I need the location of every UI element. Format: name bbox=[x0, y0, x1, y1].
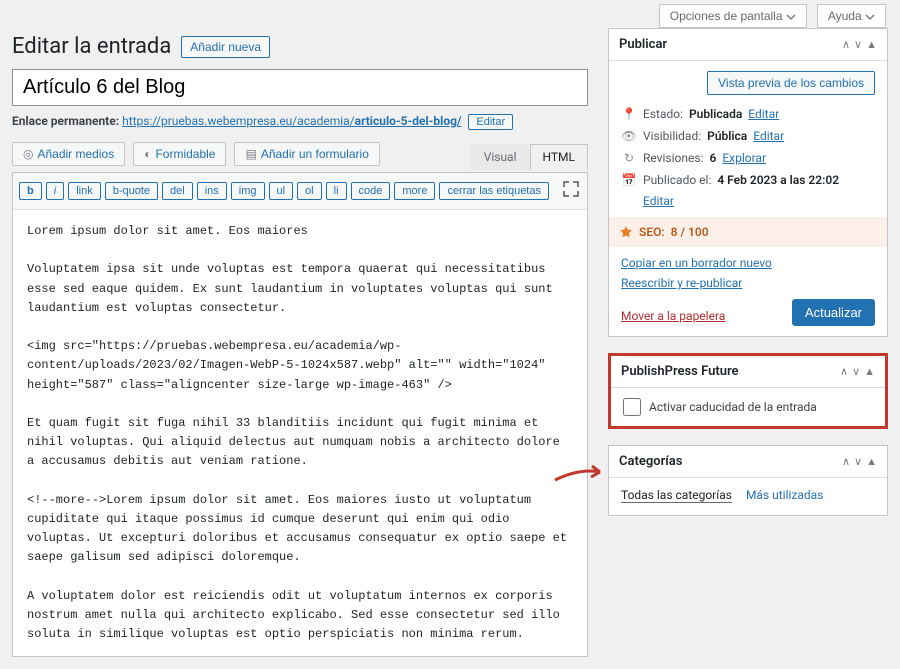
preview-button[interactable]: Vista previa de los cambios bbox=[707, 71, 875, 95]
published-row: 📅 Publicado el: 4 Feb 2023 a las 22:02 bbox=[621, 169, 875, 191]
tab-html[interactable]: HTML bbox=[530, 144, 589, 170]
toolbar-link[interactable]: link bbox=[68, 182, 101, 200]
revisions-icon: ↻ bbox=[621, 151, 637, 165]
toolbar-code[interactable]: code bbox=[351, 182, 391, 200]
revisions-row: ↻ Revisiones: 6 Explorar bbox=[621, 147, 875, 169]
toolbar-li[interactable]: li bbox=[326, 182, 347, 200]
seo-row: SEO: 8 / 100 bbox=[609, 217, 887, 247]
toolbar-more[interactable]: more bbox=[394, 182, 435, 200]
panel-down-icon[interactable]: ∨ bbox=[854, 38, 862, 51]
categories-panel: Categorías ∧ ∨ ▲ Todas las categorías Má… bbox=[608, 445, 888, 516]
pin-icon: 📍 bbox=[621, 107, 637, 121]
toolbar-ul[interactable]: ul bbox=[269, 182, 294, 200]
add-new-button[interactable]: Añadir nueva bbox=[181, 36, 270, 58]
toolbar-ol[interactable]: ol bbox=[297, 182, 322, 200]
panel-down-icon[interactable]: ∨ bbox=[854, 455, 862, 468]
screen-options-button[interactable]: Opciones de pantalla bbox=[659, 4, 807, 28]
permalink-link[interactable]: https://pruebas.webempresa.eu/academia/a… bbox=[122, 114, 461, 128]
publish-panel: Publicar ∧ ∨ ▲ Vista previa de los cambi… bbox=[608, 28, 888, 337]
copy-draft-link[interactable]: Copiar en un borrador nuevo bbox=[621, 253, 875, 273]
panel-toggle-icon[interactable]: ▲ bbox=[866, 455, 877, 468]
panel-up-icon[interactable]: ∧ bbox=[842, 38, 850, 51]
panel-up-icon[interactable]: ∧ bbox=[840, 365, 848, 378]
toolbar-closetags[interactable]: cerrar las etiquetas bbox=[439, 182, 549, 200]
status-row: 📍 Estado: Publicada Editar bbox=[621, 103, 875, 125]
editor-textarea[interactable]: Lorem ipsum dolor sit amet. Eos maiores … bbox=[13, 210, 587, 656]
edit-permalink-button[interactable]: Editar bbox=[468, 114, 513, 130]
editor-toolbar: b i link b-quote del ins img ul ol li co… bbox=[13, 173, 587, 210]
toolbar-ins[interactable]: ins bbox=[197, 182, 227, 200]
post-title-input[interactable] bbox=[12, 69, 588, 106]
tab-visual[interactable]: Visual bbox=[471, 144, 530, 170]
add-form-button[interactable]: ▤Añadir un formulario bbox=[234, 142, 379, 166]
update-button[interactable]: Actualizar bbox=[792, 299, 875, 326]
rewrite-link[interactable]: Reescribir y re-publicar bbox=[621, 273, 875, 293]
eye-icon: 👁 bbox=[621, 129, 637, 143]
panel-down-icon[interactable]: ∨ bbox=[852, 365, 860, 378]
toolbar-img[interactable]: img bbox=[231, 182, 265, 200]
edit-status-link[interactable]: Editar bbox=[748, 107, 779, 121]
toolbar-i[interactable]: i bbox=[46, 182, 64, 200]
calendar-icon: 📅 bbox=[621, 173, 637, 187]
permalink-row: Enlace permanente: https://pruebas.webem… bbox=[12, 106, 588, 142]
formidable-icon: ◐ bbox=[144, 147, 151, 161]
expire-label: Activar caducidad de la entrada bbox=[649, 400, 817, 414]
categories-tab-all[interactable]: Todas las categorías bbox=[621, 488, 732, 503]
edit-date-link[interactable]: Editar bbox=[643, 191, 875, 211]
panel-up-icon[interactable]: ∧ bbox=[842, 455, 850, 468]
panel-toggle-icon[interactable]: ▲ bbox=[866, 38, 877, 51]
edit-visibility-link[interactable]: Editar bbox=[753, 129, 784, 143]
visibility-row: 👁 Visibilidad: Pública Editar bbox=[621, 125, 875, 147]
toolbar-b[interactable]: b bbox=[19, 182, 42, 200]
toolbar-del[interactable]: del bbox=[162, 182, 193, 200]
toolbar-bquote[interactable]: b-quote bbox=[105, 182, 158, 200]
form-icon: ▤ bbox=[245, 147, 256, 161]
camera-icon: ◎ bbox=[23, 147, 33, 161]
add-media-button[interactable]: ◎Añadir medios bbox=[12, 142, 125, 166]
browse-revisions-link[interactable]: Explorar bbox=[722, 151, 766, 165]
categories-tab-most[interactable]: Más utilizadas bbox=[746, 488, 823, 503]
expire-checkbox[interactable] bbox=[623, 398, 641, 416]
help-button[interactable]: Ayuda bbox=[817, 4, 886, 28]
formidable-button[interactable]: ◐Formidable bbox=[133, 142, 226, 166]
trash-link[interactable]: Mover a la papelera bbox=[621, 306, 725, 326]
publishpress-future-panel: PublishPress Future ∧ ∨ ▲ Activar caduci… bbox=[608, 353, 888, 429]
panel-toggle-icon[interactable]: ▲ bbox=[864, 365, 875, 378]
page-title: Editar la entrada Añadir nueva bbox=[12, 28, 588, 69]
fullscreen-icon[interactable] bbox=[561, 179, 581, 203]
